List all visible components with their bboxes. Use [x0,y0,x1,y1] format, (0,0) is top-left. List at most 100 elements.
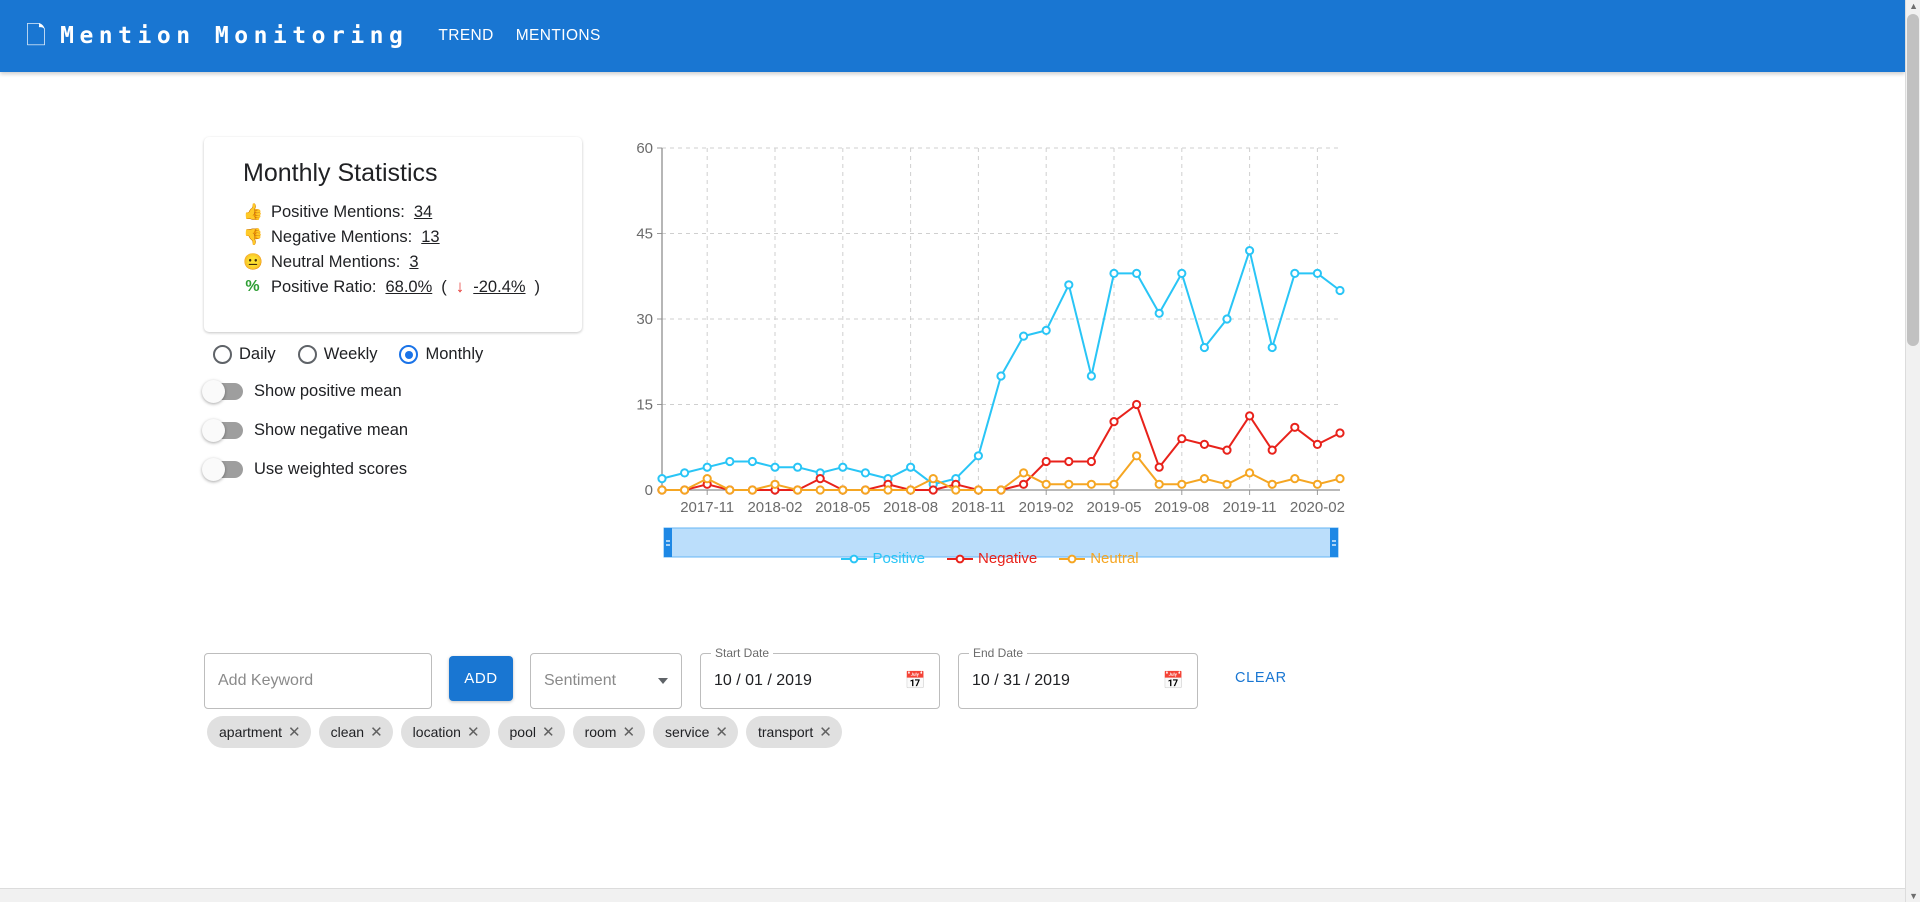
app-header: 🗋 Mention Monitoring TREND MENTIONS [0,0,1905,72]
legend-label-negative: Negative [977,550,1038,567]
end-date-label: End Date [969,646,1028,660]
chip-pool[interactable]: pool ✕ [497,716,565,748]
stat-label-ratio: Positive Ratio: [271,277,377,296]
chip-apartment[interactable]: apartment ✕ [207,716,311,748]
sentiment-select[interactable]: Sentiment [530,653,682,709]
chip-label: pool [509,724,536,740]
chip-clean[interactable]: clean ✕ [318,716,393,748]
svg-text:0: 0 [645,482,653,499]
svg-text:2019-02: 2019-02 [1019,499,1074,516]
svg-text:30: 30 [636,311,653,328]
radio-daily-dot[interactable] [213,345,232,364]
radio-daily[interactable]: Daily [204,340,285,369]
svg-text:2017-11: 2017-11 [680,499,734,516]
svg-text:2018-02: 2018-02 [747,499,802,516]
radio-monthly-label: Monthly [425,345,484,363]
svg-text:2018-05: 2018-05 [815,499,870,516]
radio-weekly[interactable]: Weekly [289,340,387,369]
neutral-face-icon: 😐 [243,254,263,271]
close-icon[interactable]: ✕ [467,723,480,741]
chip-location[interactable]: location ✕ [400,716,490,748]
radio-weekly-label: Weekly [323,345,378,363]
main-nav: TREND MENTIONS [438,27,600,45]
toggle-show-negative-mean[interactable]: Show negative mean [202,419,409,442]
chip-label: transport [757,724,814,740]
add-keyword-button[interactable]: ADD [449,656,513,701]
svg-text:2020-02: 2020-02 [1290,499,1345,516]
toggle-use-weighted-scores-switch[interactable] [202,458,243,481]
legend-item-neutral[interactable]: Neutral [1059,550,1139,567]
filter-form: Add Keyword ADD Sentiment Start Date 10 … [204,646,1302,709]
legend-marker-negative [946,554,973,563]
close-icon[interactable]: ✕ [288,723,301,741]
stat-value-delta: -20.4% [473,277,526,296]
radio-daily-label: Daily [239,345,276,363]
chip-service[interactable]: service ✕ [653,716,738,748]
stat-value-negative: 13 [421,227,440,246]
app-title: Mention Monitoring [60,23,409,49]
end-date-value[interactable]: 10 / 31 / 2019 [972,672,1070,690]
end-date-field[interactable]: End Date 10 / 31 / 2019 📅 [958,646,1198,709]
legend-label-neutral: Neutral [1090,550,1139,567]
thumbs-down-icon: 👎 [243,229,263,246]
close-icon[interactable]: ✕ [370,723,383,741]
close-icon[interactable]: ✕ [819,723,832,741]
keyword-input-placeholder: Add Keyword [218,672,314,689]
start-date-value[interactable]: 10 / 01 / 2019 [714,672,812,690]
close-icon[interactable]: ✕ [542,723,555,741]
toggle-show-positive-mean-label: Show positive mean [254,382,402,400]
calendar-icon[interactable]: 📅 [1163,671,1184,691]
legend-item-negative[interactable]: Negative [946,550,1038,567]
toggle-show-negative-mean-label: Show negative mean [254,421,409,439]
svg-text:2018-11: 2018-11 [951,499,1005,516]
close-icon[interactable]: ✕ [715,723,728,741]
nav-link-trend[interactable]: TREND [438,27,493,45]
svg-text:15: 15 [636,397,653,414]
calendar-icon[interactable]: 📅 [905,671,926,691]
chip-label: service [665,724,710,740]
toggle-show-negative-mean-switch[interactable] [202,419,243,442]
radio-weekly-dot[interactable] [297,345,317,364]
keyword-input[interactable]: Add Keyword [204,653,432,709]
stat-label-negative: Negative Mentions: [271,227,413,246]
ratio-open-paren: ( [441,277,447,296]
clear-button[interactable]: CLEAR [1220,659,1302,696]
svg-text:60: 60 [636,140,653,157]
vertical-scrollbar[interactable]: ▲ ▼ [1905,0,1920,902]
trend-line-chart[interactable]: 0 15 30 45 60 2017-11 2018-02 2018-05 2018-08 201… [620,130,1360,570]
scroll-down-icon[interactable]: ▼ [1909,891,1918,901]
stat-row-positive-ratio: % Positive Ratio: 68.0% ( ↓ -20.4% ) [243,277,560,297]
chip-room[interactable]: room ✕ [572,716,646,748]
horizontal-scrollbar[interactable] [0,888,1905,902]
stat-value-ratio: 68.0% [385,277,433,296]
radio-monthly[interactable]: Monthly [390,340,492,369]
svg-text:45: 45 [636,226,653,243]
chart-svg[interactable]: 0 15 30 45 60 2017-11 2018-02 2018-05 2018-08 201… [620,130,1360,570]
legend-marker-neutral [1059,554,1086,563]
sentiment-select-placeholder: Sentiment [544,672,617,689]
start-date-field[interactable]: Start Date 10 / 01 / 2019 📅 [700,646,940,709]
vertical-scrollbar-thumb[interactable] [1907,14,1919,346]
toggle-use-weighted-scores[interactable]: Use weighted scores [202,458,408,481]
chip-label: location [412,724,461,740]
toggle-show-positive-mean[interactable]: Show positive mean [202,380,402,403]
stat-label-neutral: Neutral Mentions: [271,252,401,271]
chip-label: apartment [219,724,283,740]
svg-text:2019-05: 2019-05 [1086,499,1141,516]
percent-icon: % [245,278,260,295]
ratio-close-paren: ) [534,277,541,296]
toggle-use-weighted-scores-label: Use weighted scores [254,460,408,478]
scroll-up-icon[interactable]: ▲ [1909,1,1918,11]
chip-transport[interactable]: transport ✕ [745,716,842,748]
radio-monthly-dot[interactable] [399,345,419,364]
stat-row-negative: 👎 Negative Mentions: 13 [243,227,560,247]
legend-marker-positive [841,554,868,563]
svg-text:2019-08: 2019-08 [1154,499,1209,516]
legend-item-positive[interactable]: Positive [841,550,925,567]
close-icon[interactable]: ✕ [622,723,635,741]
nav-link-mentions[interactable]: MENTIONS [516,27,601,45]
brand: 🗋 Mention Monitoring [26,23,408,49]
chevron-down-icon[interactable] [658,678,668,684]
toggle-show-positive-mean-switch[interactable] [202,380,243,403]
keyword-chip-list: apartment ✕ clean ✕ location ✕ pool ✕ ro… [207,716,842,748]
